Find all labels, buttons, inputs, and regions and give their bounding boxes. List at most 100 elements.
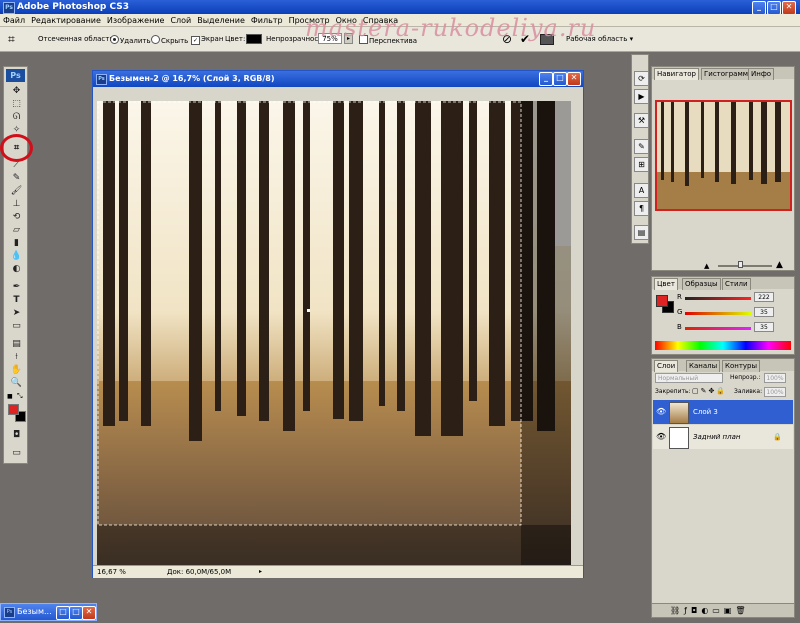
foreground-color-swatch[interactable] bbox=[8, 404, 19, 415]
layers-bottom-toolbar: ⛓ƒ◘◐▭▣🗑 bbox=[652, 603, 794, 617]
blend-mode-select[interactable]: Нормальный bbox=[655, 373, 723, 383]
new-layer-icon[interactable]: ▣ bbox=[724, 606, 736, 615]
link-layers-icon[interactable]: ⛓ bbox=[670, 606, 684, 615]
hide-radio[interactable]: Скрыть bbox=[151, 35, 188, 46]
layer-style-icon[interactable]: ƒ bbox=[684, 606, 691, 615]
tab-layers[interactable]: Слои bbox=[654, 360, 679, 372]
tab-info[interactable]: Инфо bbox=[748, 68, 775, 80]
quick-mask-icon[interactable]: ◘ bbox=[8, 429, 25, 441]
pen-tool-icon[interactable]: ✒ bbox=[8, 281, 25, 293]
path-selection-tool-icon[interactable]: ➤ bbox=[8, 307, 25, 319]
doc-close-button[interactable]: ✕ bbox=[567, 72, 581, 86]
color-panel-foreground-swatch[interactable] bbox=[656, 295, 668, 307]
shape-tool-icon[interactable]: ▭ bbox=[8, 320, 25, 332]
screen-mode-icon[interactable]: ▭ bbox=[8, 447, 25, 459]
clone-stamp-tool-icon[interactable]: ⊥ bbox=[8, 198, 25, 210]
layer-row-background[interactable]: 👁 Задний план 🔒 bbox=[653, 425, 793, 449]
maximize-button[interactable]: □ bbox=[767, 1, 781, 15]
task-maximize-button[interactable]: □ bbox=[69, 606, 83, 620]
layer-mask-icon[interactable]: ◘ bbox=[691, 606, 701, 615]
zoom-level[interactable]: 16,67 % bbox=[97, 566, 126, 578]
shield-color-swatch[interactable] bbox=[246, 34, 262, 44]
adjustment-layer-icon[interactable]: ◐ bbox=[701, 606, 712, 615]
zoom-out-icon[interactable]: ▲ bbox=[704, 263, 714, 270]
history-brush-tool-icon[interactable]: ⟲ bbox=[8, 211, 25, 223]
tab-navigator[interactable]: Навигатор bbox=[654, 68, 699, 80]
document-size: Док: 60,0M/65,0M bbox=[167, 568, 232, 576]
eraser-tool-icon[interactable]: ▱ bbox=[8, 224, 25, 236]
minimize-button[interactable]: _ bbox=[752, 1, 766, 15]
navigator-zoom-slider[interactable] bbox=[718, 265, 772, 267]
channel-b-value[interactable]: 35 bbox=[754, 322, 774, 332]
clone-source-icon[interactable]: ⊞ bbox=[634, 157, 649, 172]
channel-g-slider[interactable] bbox=[685, 312, 751, 315]
zoom-tool-icon[interactable]: 🔍 bbox=[8, 377, 25, 389]
doc-maximize-button[interactable]: □ bbox=[553, 72, 567, 86]
channel-g-value[interactable]: 35 bbox=[754, 307, 774, 317]
color-spectrum-bar[interactable] bbox=[655, 341, 791, 350]
character-panel-icon[interactable]: A bbox=[634, 183, 649, 198]
dodge-tool-icon[interactable]: ◐ bbox=[8, 263, 25, 275]
eyedropper-tool-icon[interactable]: ⟊ bbox=[8, 351, 25, 363]
fill-input[interactable]: 100% bbox=[764, 387, 786, 397]
menu-image[interactable]: Изображение bbox=[104, 14, 168, 27]
visibility-eye-icon[interactable]: 👁 bbox=[656, 400, 666, 424]
move-tool-icon[interactable]: ✥ bbox=[8, 85, 25, 97]
layer-name[interactable]: Слой 3 bbox=[693, 400, 718, 424]
close-button[interactable]: ✕ bbox=[782, 1, 796, 15]
document-title-bar: Ps Безымен-2 @ 16,7% (Слой 3, RGB/8) _ □… bbox=[93, 71, 583, 87]
layer-row-layer3[interactable]: 👁 Слой 3 bbox=[653, 400, 793, 424]
menu-select[interactable]: Выделение bbox=[194, 14, 248, 27]
navigator-slider-handle[interactable] bbox=[738, 261, 743, 268]
visibility-eye-icon[interactable]: 👁 bbox=[656, 425, 666, 449]
menu-layer[interactable]: Слой bbox=[167, 14, 194, 27]
lasso-tool-icon[interactable]: ᘏ bbox=[8, 111, 25, 123]
trash-icon[interactable]: 🗑 bbox=[735, 606, 749, 615]
history-panel-icon[interactable]: ⟳ bbox=[634, 71, 649, 86]
checkbox-icon: ✓ bbox=[191, 36, 200, 45]
screen-checkbox[interactable]: ✓ Экран bbox=[191, 35, 223, 45]
channel-r-slider[interactable] bbox=[685, 297, 751, 300]
tab-channels[interactable]: Каналы bbox=[686, 360, 721, 372]
menu-file[interactable]: Файл bbox=[0, 14, 28, 27]
navigator-thumbnail[interactable] bbox=[655, 100, 792, 211]
task-restore-button[interactable]: □ bbox=[56, 606, 70, 620]
swap-colors-icon[interactable]: ⤡ bbox=[17, 392, 26, 400]
healing-brush-tool-icon[interactable]: ✎ bbox=[8, 172, 25, 184]
photoshop-mini-icon: Ps bbox=[3, 2, 15, 14]
brushes-panel-icon[interactable]: ✎ bbox=[634, 139, 649, 154]
gradient-tool-icon[interactable]: ▮ bbox=[8, 237, 25, 249]
layer-name[interactable]: Задний план bbox=[693, 425, 740, 449]
image-canvas[interactable] bbox=[97, 101, 571, 567]
layer-comps-icon[interactable]: ▤ bbox=[634, 225, 649, 240]
tab-color[interactable]: Цвет bbox=[654, 278, 678, 290]
navigator-tabs: Навигатор Гистограмма Инфо bbox=[652, 67, 794, 80]
layer-opacity-input[interactable]: 100% bbox=[764, 373, 786, 383]
type-tool-icon[interactable]: T bbox=[8, 294, 25, 306]
paragraph-panel-icon[interactable]: ¶ bbox=[634, 201, 649, 216]
lock-options-icons[interactable]: ▢✎✥🔒 bbox=[692, 387, 727, 395]
channel-b-slider[interactable] bbox=[685, 327, 751, 330]
new-group-icon[interactable]: ▭ bbox=[712, 606, 724, 615]
menu-edit[interactable]: Редактирование bbox=[28, 14, 104, 27]
default-colors-icon[interactable]: ■ bbox=[7, 393, 16, 401]
minimized-document-button[interactable]: Ps Безым... □ □ ✕ bbox=[0, 603, 97, 621]
marquee-tool-icon[interactable]: ⬚ bbox=[8, 98, 25, 110]
doc-minimize-button[interactable]: _ bbox=[539, 72, 553, 86]
tab-styles[interactable]: Стили bbox=[722, 278, 751, 290]
channel-r-value[interactable]: 222 bbox=[754, 292, 774, 302]
tab-swatches[interactable]: Образцы bbox=[682, 278, 721, 290]
delete-radio[interactable]: Удалить bbox=[110, 35, 151, 46]
tab-paths[interactable]: Контуры bbox=[722, 360, 761, 372]
menu-filter[interactable]: Фильтр bbox=[248, 14, 286, 27]
brush-tool-icon[interactable]: 🖌 bbox=[8, 185, 25, 197]
status-menu-arrow[interactable]: ▸ bbox=[259, 566, 262, 578]
hand-tool-icon[interactable]: ✋ bbox=[8, 364, 25, 376]
blur-tool-icon[interactable]: 💧 bbox=[8, 250, 25, 262]
tool-presets-icon[interactable]: ⚒ bbox=[634, 113, 649, 128]
actions-panel-icon[interactable]: ▶ bbox=[634, 89, 649, 104]
zoom-in-icon[interactable]: ▲ bbox=[776, 261, 788, 270]
task-close-button[interactable]: ✕ bbox=[82, 606, 96, 620]
notes-tool-icon[interactable]: ▤ bbox=[8, 338, 25, 350]
crop-tool-preset-icon[interactable]: ⌗ bbox=[8, 32, 24, 46]
